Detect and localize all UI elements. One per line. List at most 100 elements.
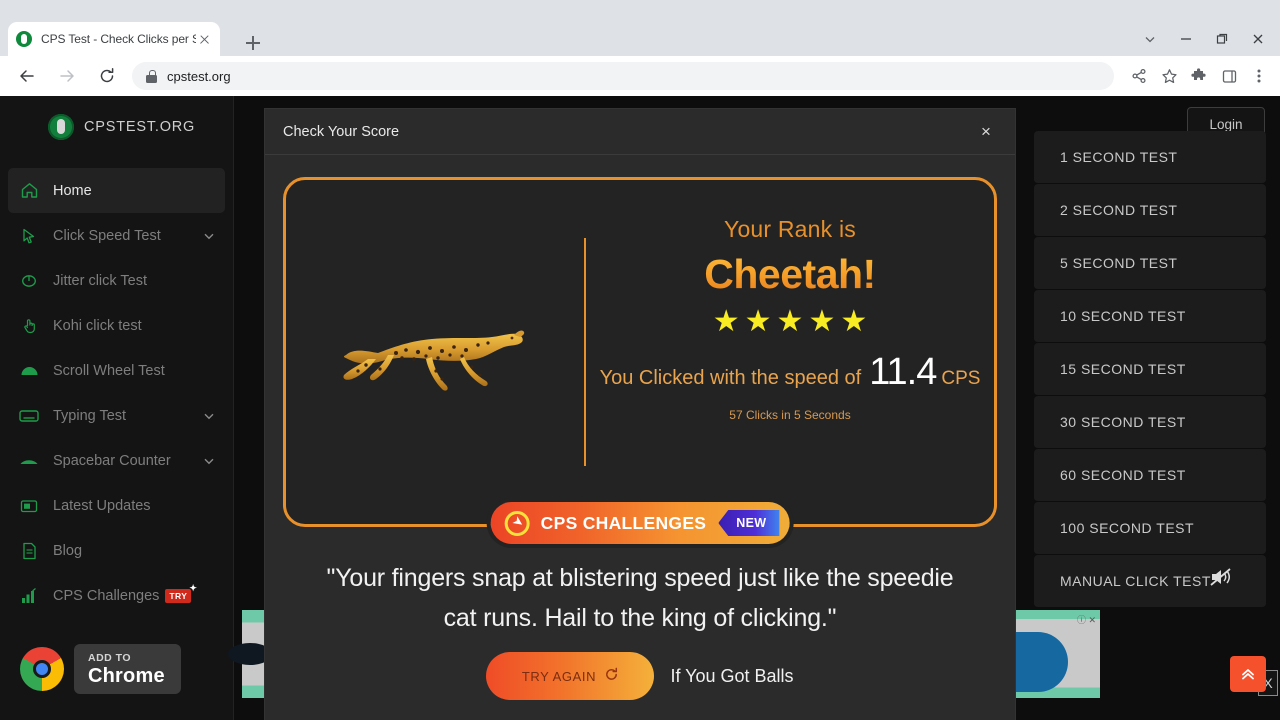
sidebar-item-home[interactable]: Home bbox=[8, 168, 225, 213]
card-divider bbox=[584, 238, 586, 466]
speaker-muted-icon[interactable] bbox=[1208, 564, 1234, 590]
star-icon: ★ bbox=[744, 305, 772, 338]
window-controls bbox=[1132, 24, 1276, 54]
chevron-down-icon[interactable] bbox=[1132, 24, 1168, 54]
modal-body: Your Rank is Cheetah! ★ ★ ★ ★ ★ You Clic… bbox=[265, 155, 1015, 720]
running-cheetah-image bbox=[343, 330, 525, 391]
tab-close-icon[interactable] bbox=[196, 31, 212, 47]
address-bar[interactable]: cpstest.org bbox=[132, 62, 1114, 90]
cps-challenges-button[interactable]: CPS CHALLENGES NEW bbox=[490, 502, 790, 544]
add-to-chrome-cta[interactable]: ADD TO Chrome bbox=[20, 644, 181, 694]
sidebar-item-blog[interactable]: Blog bbox=[0, 528, 233, 573]
try-again-side-text: If You Got Balls bbox=[670, 665, 794, 686]
sidebar-item-label: Home bbox=[53, 182, 92, 199]
refresh-icon bbox=[604, 667, 619, 686]
test-button[interactable]: 1 SECOND TEST bbox=[1034, 131, 1266, 184]
sidebar-item-typing-test[interactable]: Typing Test bbox=[0, 393, 233, 438]
add-to-chrome-top-label: ADD TO bbox=[88, 652, 132, 665]
chevron-down-icon[interactable] bbox=[203, 410, 215, 422]
test-button[interactable]: 5 SECOND TEST bbox=[1034, 237, 1266, 290]
brand-mouse-icon bbox=[48, 114, 74, 140]
rank-animal-panel bbox=[286, 180, 586, 524]
sidebar-item-label: Spacebar Counter bbox=[53, 452, 171, 469]
score-modal: Check Your Score × Your Rank is Cheetah!… bbox=[265, 109, 1015, 720]
cps-challenges-label: CPS CHALLENGES bbox=[540, 512, 707, 533]
sidebar-item-cps-challenges[interactable]: CPS Challenges TRY bbox=[0, 573, 233, 618]
sidebar-item-label: Jitter click Test bbox=[53, 272, 148, 289]
scroll-wheel-icon bbox=[16, 360, 42, 382]
sidebar-item-latest-updates[interactable]: Latest Updates bbox=[0, 483, 233, 528]
spacebar-icon bbox=[16, 450, 42, 472]
sidebar-item-label: CPS Challenges bbox=[53, 587, 160, 604]
bookmark-star-icon[interactable] bbox=[1154, 61, 1184, 91]
side-panel-icon[interactable] bbox=[1214, 61, 1244, 91]
site-brand[interactable]: CPSTEST.ORG bbox=[0, 96, 233, 158]
try-again-button[interactable]: TRY AGAIN bbox=[486, 652, 655, 700]
tab-title: CPS Test - Check Clicks per Seco bbox=[41, 32, 196, 46]
target-cursor-icon bbox=[504, 510, 530, 536]
ad-choices-icon[interactable]: ⓘ ✕ bbox=[1077, 613, 1096, 626]
test-button[interactable]: 60 SECOND TEST bbox=[1034, 449, 1266, 502]
close-icon[interactable] bbox=[1240, 24, 1276, 54]
home-icon bbox=[16, 180, 42, 202]
speed-prefix: You Clicked with the speed of bbox=[599, 367, 862, 389]
extensions-puzzle-icon[interactable] bbox=[1184, 61, 1214, 91]
clicks-summary: 57 Clicks in 5 Seconds bbox=[729, 408, 851, 422]
quote-line-1: "Your fingers snap at blistering speed j… bbox=[326, 564, 954, 592]
keyboard-icon bbox=[16, 405, 42, 427]
minimize-icon[interactable] bbox=[1168, 24, 1204, 54]
modal-header: Check Your Score × bbox=[265, 109, 1015, 155]
sidebar-item-label: Latest Updates bbox=[53, 497, 151, 514]
brand-name: CPSTEST.ORG bbox=[84, 119, 196, 135]
document-icon bbox=[16, 540, 42, 562]
sidebar-item-scroll-wheel-test[interactable]: Scroll Wheel Test bbox=[0, 348, 233, 393]
kebab-menu-icon[interactable] bbox=[1244, 61, 1274, 91]
sidebar-item-click-speed-test[interactable]: Click Speed Test bbox=[0, 213, 233, 258]
maximize-icon[interactable] bbox=[1204, 24, 1240, 54]
mouse-icon bbox=[16, 270, 42, 292]
browser-window: CPS Test - Check Clicks per Seco bbox=[0, 0, 1280, 720]
share-icon[interactable] bbox=[1124, 61, 1154, 91]
sidebar-item-kohi-click-test[interactable]: Kohi click test bbox=[0, 303, 233, 348]
forward-icon[interactable] bbox=[50, 59, 84, 93]
try-badge: TRY bbox=[165, 583, 197, 603]
click-cursor-icon bbox=[16, 225, 42, 247]
chevron-down-icon[interactable] bbox=[203, 455, 215, 467]
new-tab-button[interactable] bbox=[240, 30, 266, 56]
back-icon[interactable] bbox=[10, 59, 44, 93]
modal-title: Check Your Score bbox=[283, 123, 400, 140]
toolbar-icons bbox=[1124, 61, 1274, 91]
test-button[interactable]: 10 SECOND TEST bbox=[1034, 290, 1266, 343]
url-text: cpstest.org bbox=[167, 68, 231, 84]
try-again-row: TRY AGAIN If You Got Balls bbox=[283, 652, 997, 700]
star-icon: ★ bbox=[712, 305, 740, 338]
test-button[interactable]: 100 SECOND TEST bbox=[1034, 502, 1266, 555]
add-to-chrome-button[interactable]: ADD TO Chrome bbox=[74, 644, 181, 694]
sidebar-item-label: Typing Test bbox=[53, 407, 127, 424]
test-duration-list: 1 SECOND TEST 2 SECOND TEST 5 SECOND TES… bbox=[1034, 131, 1266, 608]
quote-line-2: cat runs. Hail to the king of clicking." bbox=[443, 603, 837, 632]
sidebar-item-jitter-click-test[interactable]: Jitter click Test bbox=[0, 258, 233, 303]
test-button[interactable]: 15 SECOND TEST bbox=[1034, 343, 1266, 396]
speed-line: You Clicked with the speed of 11.4 CPS bbox=[600, 351, 981, 394]
star-icon: ★ bbox=[776, 305, 804, 338]
new-badge: NEW bbox=[718, 510, 780, 536]
test-button[interactable]: 30 SECOND TEST bbox=[1034, 396, 1266, 449]
site-sidebar: CPSTEST.ORG Home Click Speed Test Jitter… bbox=[0, 96, 234, 720]
try-again-label: TRY AGAIN bbox=[521, 668, 597, 684]
scroll-to-top-button[interactable] bbox=[1230, 656, 1266, 692]
chrome-logo-icon bbox=[20, 647, 64, 692]
chevron-down-icon[interactable] bbox=[203, 230, 215, 242]
sidebar-nav: Home Click Speed Test Jitter click Test … bbox=[0, 168, 233, 618]
reload-icon[interactable] bbox=[90, 59, 124, 93]
star-rating: ★ ★ ★ ★ ★ bbox=[713, 307, 868, 337]
speed-unit: CPS bbox=[941, 368, 981, 389]
sidebar-item-label: Click Speed Test bbox=[53, 227, 161, 244]
browser-toolbar: cpstest.org bbox=[0, 56, 1280, 96]
sidebar-item-spacebar-counter[interactable]: Spacebar Counter bbox=[0, 438, 233, 483]
speed-value: 11.4 bbox=[869, 351, 937, 393]
test-button[interactable]: 2 SECOND TEST bbox=[1034, 184, 1266, 237]
modal-close-icon[interactable]: × bbox=[975, 121, 997, 143]
hand-click-icon bbox=[16, 315, 42, 337]
browser-tab[interactable]: CPS Test - Check Clicks per Seco bbox=[8, 22, 220, 56]
